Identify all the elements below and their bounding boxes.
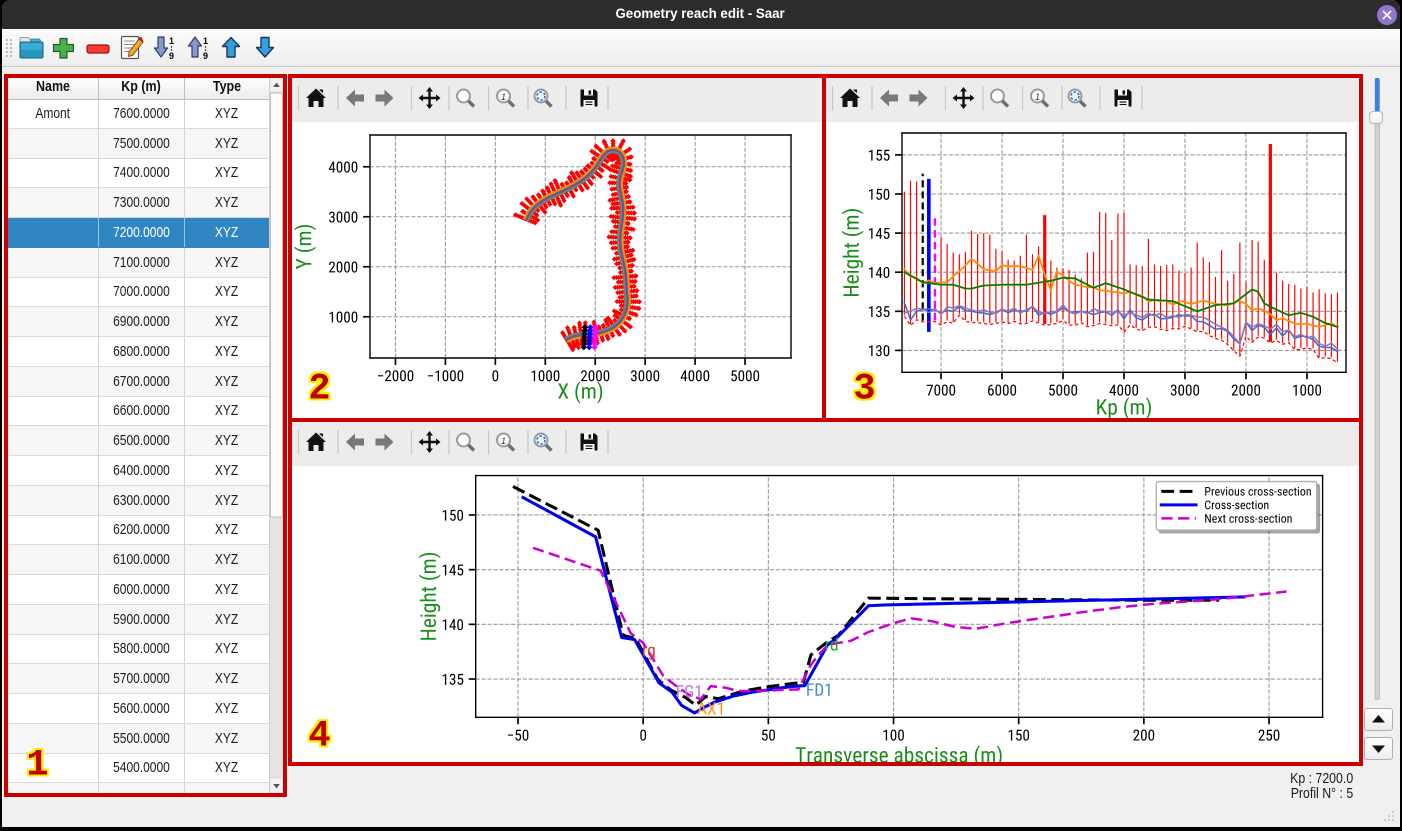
svg-text:9: 9 [169, 51, 174, 61]
svg-text:1: 1 [501, 436, 506, 446]
svg-text:1: 1 [169, 36, 174, 46]
svg-text:9: 9 [203, 51, 208, 61]
svg-text:1: 1 [1034, 92, 1039, 102]
svg-text:1: 1 [501, 92, 506, 102]
svg-text:1: 1 [203, 36, 208, 46]
